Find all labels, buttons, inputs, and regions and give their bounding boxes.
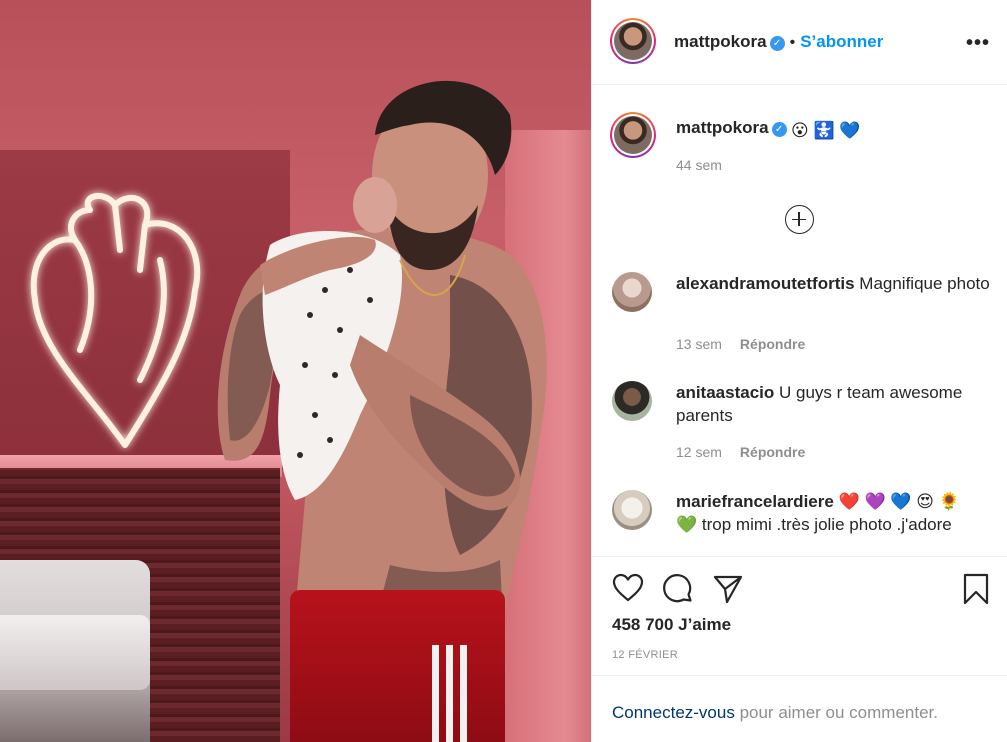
likes-count[interactable]: 458 700 J’aime: [612, 615, 731, 635]
chair-seat: [0, 615, 150, 690]
login-link[interactable]: Connectez-vous: [612, 703, 735, 722]
comment-body: Magnifique photo: [859, 274, 990, 293]
comment-text: anitaastacio U guys r team awesome paren…: [676, 381, 996, 427]
shorts-stripe: [460, 645, 467, 742]
post-date[interactable]: 12 FÉVRIER: [612, 649, 678, 661]
comment-avatar[interactable]: [612, 490, 652, 530]
comment-avatar[interactable]: [612, 381, 652, 421]
comment-meta: 12 sem Répondre: [676, 444, 805, 460]
comment-icon[interactable]: [662, 573, 694, 605]
comment-time[interactable]: 12 sem: [676, 444, 722, 460]
comment-emojis: ❤️ 💜 💙 😍 🌻: [838, 492, 960, 511]
red-shorts: [290, 590, 505, 742]
comment-username[interactable]: anitaastacio: [676, 383, 774, 402]
caption-username[interactable]: mattpokora: [676, 118, 769, 137]
header-username[interactable]: mattpokora: [674, 32, 767, 51]
comment-item: mariefrancelardiere ❤️ 💜 💙 😍 🌻 💚 trop mi…: [612, 490, 992, 550]
comment-username[interactable]: alexandramoutetfortis: [676, 274, 855, 293]
comment-item: anitaastacio U guys r team awesome paren…: [612, 381, 992, 471]
comment-meta: 13 sem Répondre: [676, 336, 805, 352]
reply-button[interactable]: Répondre: [740, 444, 805, 460]
avatar[interactable]: [610, 18, 656, 64]
more-icon[interactable]: •••: [966, 32, 990, 55]
caption-time[interactable]: 44 sem: [676, 157, 722, 173]
follow-button[interactable]: S’abonner: [800, 32, 883, 51]
comment-avatar[interactable]: [612, 272, 652, 312]
caption: mattpokora ✓ 😮 🚼 💙: [676, 118, 861, 141]
comment-text: alexandramoutetfortis Magnifique photo: [676, 272, 996, 295]
heart-icon[interactable]: [612, 573, 644, 603]
caption-avatar[interactable]: [610, 112, 656, 158]
separator-dot: •: [789, 34, 796, 51]
comment-text: mariefrancelardiere ❤️ 💜 💙 😍 🌻 💚 trop mi…: [676, 490, 996, 536]
shorts-stripe: [432, 645, 439, 742]
neon-heart-sign: [30, 193, 201, 448]
bookmark-icon[interactable]: [962, 573, 990, 605]
plus-circle-icon[interactable]: [785, 205, 814, 234]
shorts-stripe: [446, 645, 453, 742]
reply-button[interactable]: Répondre: [740, 336, 805, 352]
login-text: pour aimer ou commenter.: [734, 703, 938, 722]
verified-icon: ✓: [769, 36, 785, 51]
comment-username[interactable]: mariefrancelardiere: [676, 492, 834, 511]
caption-emojis: 😮 🚼 💙: [791, 121, 861, 140]
post-actions: 458 700 J’aime 12 FÉVRIER: [592, 556, 1007, 661]
verified-icon: ✓: [771, 122, 787, 137]
login-prompt: Connectez-vous pour aimer ou commenter.: [592, 675, 1007, 742]
post-photo[interactable]: [0, 0, 591, 742]
header-user-line: mattpokora ✓ • S’abonner: [674, 32, 883, 52]
post-header: mattpokora ✓ • S’abonner •••: [592, 0, 1007, 85]
comment-time[interactable]: 13 sem: [676, 336, 722, 352]
comment-body: 💚 trop mimi .très jolie photo .j'adore: [676, 515, 952, 534]
share-icon[interactable]: [712, 573, 744, 605]
comment-item: alexandramoutetfortis Magnifique photo 1…: [612, 272, 992, 362]
post-side-panel: mattpokora ✓ • S’abonner ••• mattpokora ✓ 😮 …: [591, 0, 1007, 742]
